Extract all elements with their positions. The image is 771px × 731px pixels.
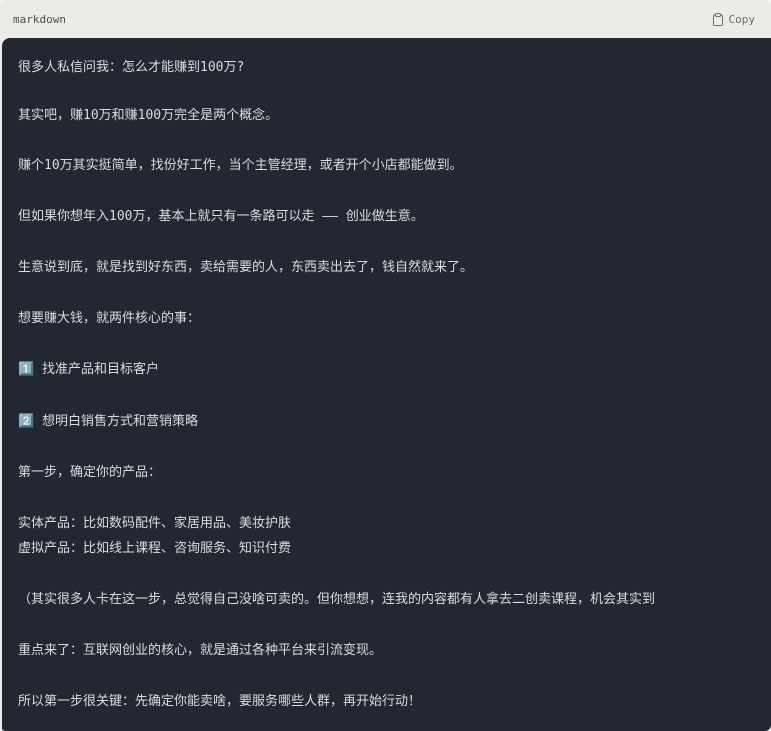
code-line: 实体产品：比如数码配件、家居用品、美妆护肤 — [18, 516, 292, 531]
code-line: 赚个10万其实挺简单，找份好工作，当个主管经理，或者开个小店都能做到。 — [18, 158, 463, 173]
code-line: 生意说到底，就是找到好东西，卖给需要的人，东西卖出去了，钱自然就来了。 — [18, 260, 474, 275]
code-line: 重点来了：互联网创业的核心，就是通过各种平台来引流变现。 — [18, 643, 383, 658]
copy-button[interactable]: Copy — [712, 12, 756, 26]
code-line: 想要赚大钱，就两件核心的事： — [18, 311, 201, 326]
code-line: 2️⃣ 想明白销售方式和营销策略 — [18, 414, 199, 429]
code-line: 虚拟产品：比如线上课程、咨询服务、知识付费 — [18, 541, 292, 556]
language-label: markdown — [13, 12, 66, 26]
code-line: （其实很多人卡在这一步，总觉得自己没啥可卖的。但你想想，连我的内容都有人拿去二创… — [18, 592, 656, 607]
code-line: 所以第一步很关键：先确定你能卖啥，要服务哪些人群，再开始行动！ — [18, 694, 422, 709]
code-block-header: markdown Copy — [0, 0, 771, 38]
copy-label: Copy — [728, 12, 756, 26]
code-line: 其实吧，赚10万和赚100万完全是两个概念。 — [18, 108, 279, 123]
code-line: 很多人私信问我：怎么才能赚到100万? — [18, 60, 245, 75]
code-line: 但如果你想年入100万，基本上就只有一条路可以走 —— 创业做生意。 — [18, 209, 424, 224]
code-line: 第一步，确定你的产品： — [18, 465, 162, 480]
code-content: 很多人私信问我：怎么才能赚到100万? 其实吧，赚10万和赚100万完全是两个概… — [2, 38, 771, 731]
clipboard-icon — [712, 12, 724, 26]
code-line: 1️⃣ 找准产品和目标客户 — [18, 362, 160, 377]
code-block: markdown Copy 很多人私信问我：怎么才能赚到100万? 其实吧，赚1… — [0, 0, 771, 731]
